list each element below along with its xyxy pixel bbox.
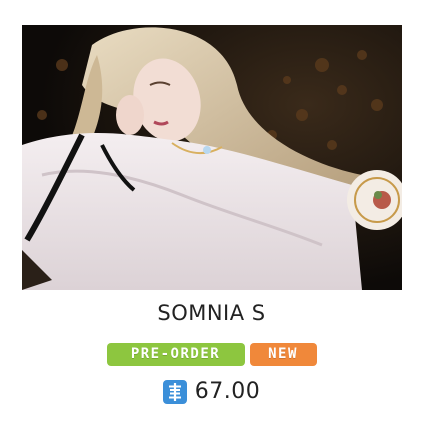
- preorder-badge: PRE-ORDER: [106, 343, 245, 366]
- currency-icon: [162, 379, 187, 404]
- product-price: 67.00: [194, 379, 261, 404]
- product-image[interactable]: [22, 25, 402, 290]
- new-badge: NEW: [249, 343, 317, 366]
- price-row: 67.00: [0, 379, 423, 404]
- product-card: SOMNIA S PRE-ORDER NEW 67.00: [0, 0, 423, 431]
- doll-photo: [22, 25, 402, 290]
- currency-icon-graphic: [162, 379, 187, 404]
- badge-group: PRE-ORDER NEW: [0, 343, 423, 366]
- product-name[interactable]: SOMNIA S: [0, 301, 423, 325]
